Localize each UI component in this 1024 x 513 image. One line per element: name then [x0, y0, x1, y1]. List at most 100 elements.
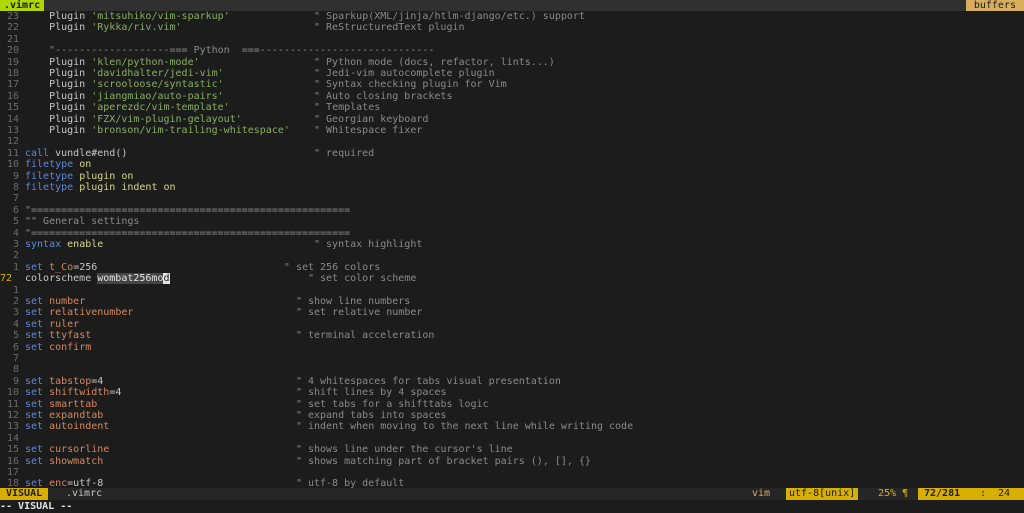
code-keyword: set	[25, 330, 44, 342]
status-line-position: 72/281	[924, 488, 961, 499]
code-line[interactable]: 8 filetype plugin indent on	[0, 182, 1024, 193]
code-keyword: set	[25, 307, 44, 319]
code-line[interactable]: 18 Plugin 'davidhalter/jedi-vim' " Jedi-…	[0, 68, 1024, 79]
line-number: 4	[12, 227, 19, 239]
code-comment: " Sparkup(XML/jinja/htlm-django/etc.) su…	[314, 11, 585, 22]
code-line[interactable]: 10 filetype on	[0, 159, 1024, 170]
code-line[interactable]: 20 "-------------------=== Python ===---…	[0, 45, 1024, 56]
line-number: 4	[12, 318, 19, 330]
code-line[interactable]: 13 set autoindent " indent when moving to…	[0, 421, 1024, 432]
code-keyword: set	[25, 421, 44, 433]
code-line[interactable]: 16 set showmatch " shows matching part of…	[0, 456, 1024, 467]
code-line[interactable]: 23 Plugin 'mitsuhiko/vim-sparkup' " Spar…	[0, 11, 1024, 22]
code-option: tabstop	[49, 375, 92, 387]
code-line[interactable]: 16 Plugin 'jiangmiao/auto-pairs' " Auto …	[0, 91, 1024, 102]
code-line[interactable]: 1 set t_Co=256 " set 256 colors	[0, 262, 1024, 273]
line-number: 10	[6, 159, 19, 171]
status-column-separator: :	[980, 488, 987, 499]
code-text: =4	[109, 387, 296, 399]
line-number: 15	[6, 444, 19, 456]
code-comment: " Whitespace fixer	[314, 125, 423, 136]
code-line[interactable]: 2 set number " show line numbers	[0, 296, 1024, 307]
code-keyword: set	[25, 261, 44, 273]
code-string: 'scrooloose/syntastic'	[91, 79, 224, 91]
code-line[interactable]: 8	[0, 364, 1024, 375]
line-number: 17	[6, 467, 19, 478]
statusline: VISUAL .vimrc vim utf-8[unix] 25% ¶ 72/2…	[0, 488, 1024, 500]
code-line[interactable]: 5 "" General settings	[0, 216, 1024, 227]
line-number: 22	[6, 22, 19, 34]
line-number: 16	[6, 90, 19, 102]
code-string: 'aperezdc/vim-template'	[91, 102, 230, 114]
mode-indicator: VISUAL	[0, 488, 49, 500]
code-line[interactable]: 15 set cursorline " shows line under the …	[0, 444, 1024, 455]
code-line[interactable]: 21	[0, 34, 1024, 45]
code-line[interactable]: 14	[0, 433, 1024, 444]
code-string: 'klen/python-mode'	[91, 56, 200, 68]
code-text: =4	[91, 375, 296, 387]
code-comment: " Jedi-vim autocomplete plugin	[314, 68, 495, 79]
code-line[interactable]: 11 call vundle#end() " required	[0, 148, 1024, 159]
status-encoding: utf-8[unix]	[786, 488, 859, 500]
code-line[interactable]: 6 "======================================…	[0, 205, 1024, 216]
line-number: 1	[12, 261, 19, 273]
code-option: ttyfast	[49, 330, 92, 342]
code-line[interactable]: 2	[0, 250, 1024, 261]
code-line[interactable]: 13 Plugin 'bronson/vim-trailing-whitespa…	[0, 125, 1024, 136]
code-comment: " terminal acceleration	[295, 330, 435, 342]
code-line[interactable]: 1	[0, 285, 1024, 296]
tabline: .vimrc buffers	[0, 0, 1024, 11]
code-line[interactable]: 4 "======================================…	[0, 228, 1024, 239]
code-line[interactable]: 10 set shiftwidth=4 " shift lines by 4 sp…	[0, 387, 1024, 398]
code-value: plugin on	[79, 170, 134, 182]
code-line[interactable]: 5 set ttyfast " terminal acceleration	[0, 330, 1024, 341]
code-line[interactable]: 17 Plugin 'scrooloose/syntastic' " Synta…	[0, 79, 1024, 90]
code-comment: " Syntax checking plugin for Vim	[314, 79, 507, 91]
code-keyword: filetype	[25, 170, 74, 182]
line-number: 6	[12, 341, 19, 353]
code-line[interactable]: 15 Plugin 'aperezdc/vim-template' " Temp…	[0, 102, 1024, 113]
code-keyword: set	[25, 455, 44, 467]
code-line[interactable]: 22 Plugin 'Rykka/riv.vim' " ReStructured…	[0, 22, 1024, 33]
code-text: Plugin	[25, 56, 92, 68]
code-line[interactable]: 9 set tabstop=4 " 4 whitespaces for tabs …	[0, 376, 1024, 387]
code-line[interactable]: 4 set ruler	[0, 319, 1024, 330]
current-line[interactable]: 72 colorscheme wombat256mod " set color s…	[0, 273, 1024, 285]
line-number: 2	[12, 296, 19, 307]
code-keyword: call	[25, 147, 50, 159]
code-option: t_Co	[49, 261, 74, 273]
editor-buffer[interactable]: 23 Plugin 'mitsuhiko/vim-sparkup' " Spar…	[0, 11, 1024, 488]
line-number: 15	[6, 102, 19, 114]
status-percent: 25% ¶	[878, 488, 909, 499]
code-option: autoindent	[49, 421, 110, 433]
code-line[interactable]: 6 set confirm	[0, 342, 1024, 353]
code-line[interactable]: 18 set enc=utf-8 " utf-8 by default	[0, 478, 1024, 488]
code-text: Plugin	[25, 68, 92, 79]
code-option: showmatch	[49, 455, 104, 467]
code-comment: " Auto closing brackets	[314, 90, 453, 102]
buffers-label[interactable]: buffers	[965, 0, 1024, 11]
code-line[interactable]: 17	[0, 467, 1024, 478]
line-number: 10	[6, 387, 19, 399]
code-line[interactable]: 3 syntax enable " syntax highlight	[0, 239, 1024, 250]
code-line[interactable]: 11 set smarttab " set tabs for a shifttab…	[0, 399, 1024, 410]
code-line[interactable]: 3 set relativenumber " set relative numbe…	[0, 307, 1024, 318]
tab-vimrc[interactable]: .vimrc	[0, 0, 45, 11]
command-line[interactable]: -- VISUAL --	[0, 500, 1024, 513]
code-line[interactable]: 19 Plugin 'klen/python-mode' " Python mo…	[0, 57, 1024, 68]
line-number: 11	[6, 147, 19, 159]
code-comment: " shows matching part of bracket pairs (…	[295, 455, 591, 467]
code-line[interactable]: 12	[0, 136, 1024, 147]
code-line[interactable]: 7	[0, 193, 1024, 204]
code-line[interactable]: 14 Plugin 'FZX/vim-plugin-gelayout' " Ge…	[0, 114, 1024, 125]
code-option: expandtab	[49, 410, 104, 421]
line-number: 14	[6, 113, 19, 125]
code-line[interactable]: 7	[0, 353, 1024, 364]
code-line[interactable]: 12 set expandtab " expand tabs into space…	[0, 410, 1024, 421]
code-line[interactable]: 9 filetype plugin on	[0, 171, 1024, 182]
